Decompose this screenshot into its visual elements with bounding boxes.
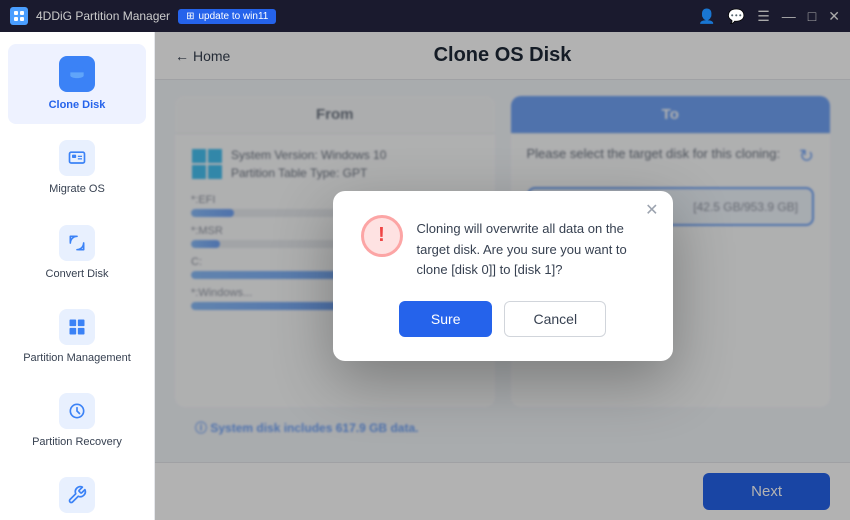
title-bar: 4DDiG Partition Manager ⊞ update to win1… [0,0,850,32]
convert-disk-icon-bg [59,225,95,261]
app-logo [10,7,28,25]
maximize-button[interactable]: □ [808,8,816,24]
sidebar-item-migrate-os[interactable]: Migrate OS [8,128,146,208]
modal-body: ! Cloning will overwrite all data on the… [361,215,645,281]
sidebar-item-clone-disk[interactable]: Clone Disk [8,44,146,124]
modal-actions: Sure Cancel [361,301,645,337]
clone-disk-icon-bg [59,56,95,92]
sidebar: Clone Disk Migrate OS Convert Disk Parti… [0,32,155,520]
sidebar-item-partition-recovery-label: Partition Recovery [32,435,122,449]
sidebar-item-clone-disk-label: Clone Disk [49,98,106,112]
app-name: 4DDiG Partition Manager [36,9,170,23]
toolkit-icon-bg [59,477,95,513]
migrate-os-icon-bg [59,140,95,176]
sure-button[interactable]: Sure [399,301,493,337]
sidebar-item-migrate-os-label: Migrate OS [49,182,105,196]
chat-icon[interactable]: 💬 [728,8,745,25]
profile-icon[interactable]: 👤 [698,8,715,25]
sidebar-item-partition-recovery[interactable]: Partition Recovery [8,381,146,461]
minimize-button[interactable]: — [782,8,796,24]
title-bar-left: 4DDiG Partition Manager ⊞ update to win1… [10,7,276,25]
modal-message: Cloning will overwrite all data on the t… [417,215,645,281]
warning-icon: ! [361,215,403,257]
app-body: Clone Disk Migrate OS Convert Disk Parti… [0,32,850,520]
update-badge[interactable]: ⊞ update to win11 [178,9,276,24]
confirmation-modal: ✕ ! Cloning will overwrite all data on t… [333,191,673,361]
sidebar-item-toolkit[interactable]: Toolkit [8,465,146,520]
sidebar-item-partition-management[interactable]: Partition Management [8,297,146,377]
modal-close-button[interactable]: ✕ [645,203,658,219]
sidebar-item-partition-mgmt-label: Partition Management [23,351,131,365]
close-button[interactable]: ✕ [828,8,840,25]
windows-icon: ⊞ [186,11,194,22]
content-area: ← Home Clone OS Disk From [155,32,850,520]
cancel-button[interactable]: Cancel [504,301,606,337]
partition-recovery-icon-bg [59,393,95,429]
sidebar-item-convert-disk[interactable]: Convert Disk [8,213,146,293]
menu-icon[interactable]: ☰ [757,8,770,25]
window-controls: 👤 💬 ☰ — □ ✕ [698,8,840,25]
modal-overlay: ✕ ! Cloning will overwrite all data on t… [155,32,850,520]
partition-mgmt-icon-bg [59,309,95,345]
sidebar-item-convert-disk-label: Convert Disk [46,267,109,281]
